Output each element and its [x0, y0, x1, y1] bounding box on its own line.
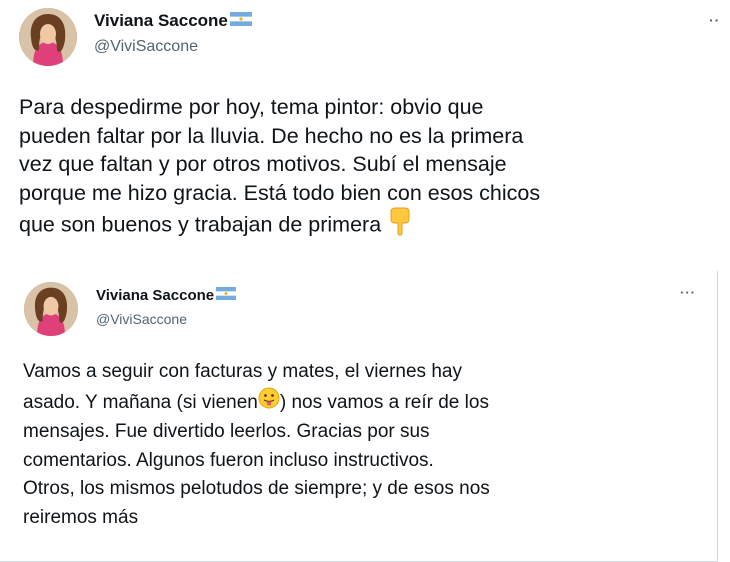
tweet-text: Para despedirme por hoy, tema pintor: ob… — [19, 93, 729, 245]
tweet-text-line: que son buenos y trabajan de primera — [19, 212, 382, 237]
more-dots-icon[interactable]: ··· — [680, 285, 696, 300]
quoted-text-line: reiremos más — [23, 506, 139, 528]
author-handle[interactable]: @ViviSaccone — [94, 38, 198, 56]
pointing-down-hand-emoji — [387, 207, 413, 245]
quoted-author-avatar[interactable] — [24, 282, 78, 336]
quoted-tweet-text: Vamos a seguir con facturas y mates, el … — [23, 358, 713, 532]
quoted-author-name-row[interactable]: Viviana Saccone — [96, 287, 237, 304]
quoted-text-line: asado. Y mañana (si vienen ) nos vamos a… — [23, 387, 713, 419]
quoted-text-line: Otros, los mismos pelotudos de siempre; … — [23, 478, 490, 499]
tweet-text-line: Para despedirme por hoy, tema pintor: ob… — [19, 95, 484, 119]
quoted-text-line: comentarios. Algunos fueron incluso inst… — [23, 449, 434, 471]
tweet-text-line: porque me hizo gracia. Está todo bien co… — [19, 180, 541, 205]
argentina-flag-icon — [229, 11, 252, 31]
tongue-out-face-emoji — [258, 387, 280, 419]
author-name[interactable]: Viviana Saccone — [94, 11, 228, 31]
tweet-text-line: vez que faltan y por otros motivos. Subí… — [19, 152, 507, 176]
author-avatar[interactable] — [19, 8, 77, 66]
quoted-text-line: Vamos a seguir con facturas y mates, el … — [23, 361, 462, 382]
avatar-photo — [19, 8, 77, 66]
argentina-flag-icon — [216, 287, 237, 304]
quoted-text-line: mensajes. Fue divertido leerlos. Gracias… — [23, 421, 430, 442]
avatar-photo — [24, 282, 78, 336]
quoted-author-name[interactable]: Viviana Saccone — [96, 287, 214, 304]
author-name-row[interactable]: Viviana Saccone — [94, 11, 252, 31]
tweet-text-line: pueden faltar por la lluvia. De hecho no… — [19, 123, 524, 148]
more-dots-icon[interactable]: ·· — [709, 12, 720, 28]
quoted-author-handle[interactable]: @ViviSaccone — [96, 311, 187, 327]
